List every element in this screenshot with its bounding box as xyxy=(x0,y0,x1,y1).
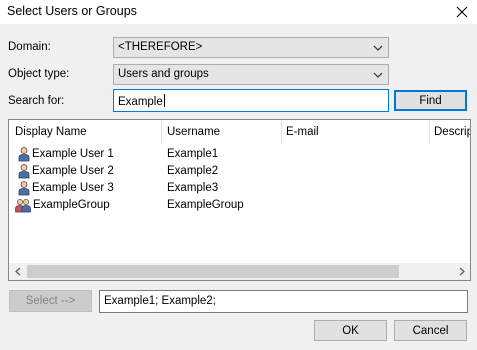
title-bar: Select Users or Groups xyxy=(0,0,477,24)
column-header-username[interactable]: Username xyxy=(162,120,282,144)
column-header-display-name[interactable]: Display Name xyxy=(9,120,162,144)
window-title: Select Users or Groups xyxy=(7,4,137,18)
column-header-description[interactable]: Descrip xyxy=(430,120,470,144)
username-cell: Example1 xyxy=(167,148,219,160)
chevron-right-icon xyxy=(459,267,465,276)
domain-label: Domain: xyxy=(8,41,51,53)
user-icon xyxy=(18,164,30,179)
object-type-dropdown[interactable]: Users and groups xyxy=(113,64,389,85)
find-button-label: Find xyxy=(419,94,442,107)
horizontal-scrollbar[interactable] xyxy=(9,263,470,280)
cancel-button-label: Cancel xyxy=(412,324,449,337)
username-cell: ExampleGroup xyxy=(167,199,244,211)
list-item[interactable]: ExampleGroup ExampleGroup xyxy=(9,197,470,214)
user-icon xyxy=(18,147,30,162)
username-cell: Example3 xyxy=(167,182,219,194)
list-item[interactable]: Example User 2 Example2 xyxy=(9,163,470,180)
user-icon xyxy=(18,181,30,196)
selected-users-value: Example1; Example2; xyxy=(104,295,216,307)
select-button[interactable]: Select --> xyxy=(9,290,92,312)
close-icon xyxy=(456,6,468,18)
ok-button[interactable]: OK xyxy=(314,320,387,341)
scroll-right-button[interactable] xyxy=(453,263,470,280)
object-type-label: Object type: xyxy=(8,68,70,80)
find-button[interactable]: Find xyxy=(394,90,467,111)
select-button-label: Select --> xyxy=(25,295,76,307)
chevron-left-icon xyxy=(14,267,20,276)
domain-dropdown[interactable]: <THEREFORE> xyxy=(113,37,389,58)
group-icon xyxy=(15,199,31,213)
search-value: Example xyxy=(118,96,163,108)
column-header-email[interactable]: E-mail xyxy=(282,120,430,144)
cancel-button[interactable]: Cancel xyxy=(394,320,467,341)
close-button[interactable] xyxy=(447,0,477,24)
scrollbar-thumb[interactable] xyxy=(27,265,399,278)
display-name-cell: ExampleGroup xyxy=(33,199,110,211)
display-name-cell: Example User 3 xyxy=(32,182,114,194)
search-label: Search for: xyxy=(8,95,65,107)
list-item[interactable]: Example User 1 Example1 xyxy=(9,146,470,163)
results-list[interactable]: Display Name Username E-mail Descrip Exa… xyxy=(8,119,471,281)
domain-value: <THEREFORE> xyxy=(118,41,203,53)
chevron-down-icon xyxy=(373,72,383,78)
selected-users-field[interactable]: Example1; Example2; xyxy=(99,290,468,313)
display-name-cell: Example User 1 xyxy=(32,148,114,160)
display-name-cell: Example User 2 xyxy=(32,165,114,177)
list-item[interactable]: Example User 3 Example3 xyxy=(9,180,470,197)
chevron-down-icon xyxy=(373,45,383,51)
list-header: Display Name Username E-mail Descrip xyxy=(9,120,470,144)
text-caret xyxy=(163,94,165,107)
object-type-value: Users and groups xyxy=(118,68,209,80)
username-cell: Example2 xyxy=(167,165,219,177)
scroll-left-button[interactable] xyxy=(9,263,26,280)
ok-button-label: OK xyxy=(342,324,359,337)
search-input[interactable]: Example xyxy=(113,89,389,112)
